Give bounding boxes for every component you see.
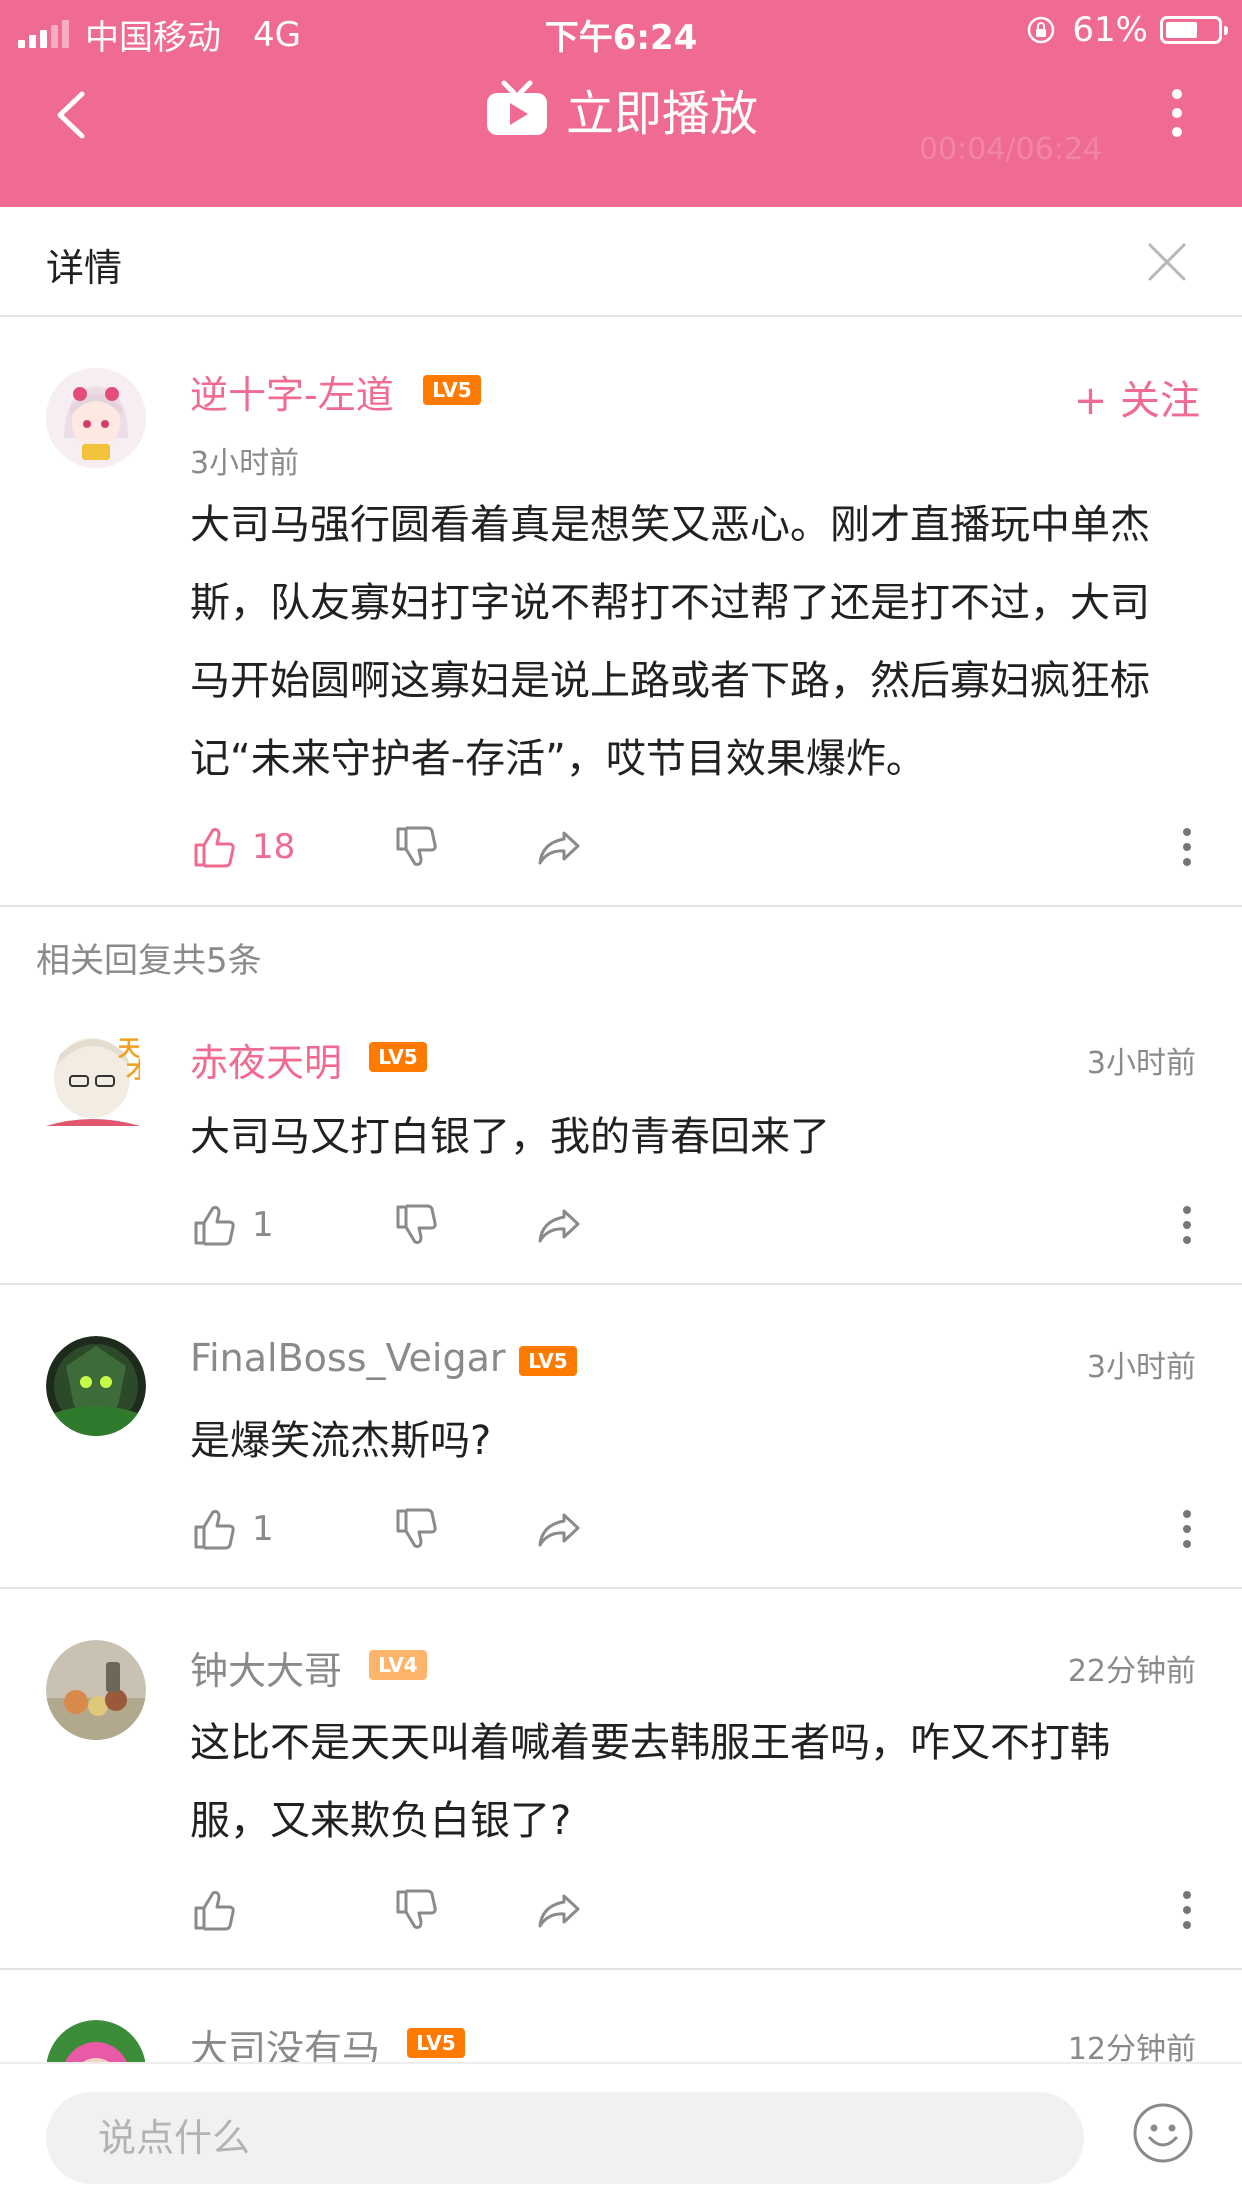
- battery-icon: [1160, 16, 1228, 44]
- reply-time: 22分钟前: [1067, 1654, 1196, 1689]
- more-icon[interactable]: [1172, 1885, 1202, 1935]
- share-icon[interactable]: [536, 1885, 584, 1935]
- emoji-icon[interactable]: [1132, 2102, 1194, 2164]
- svg-text:LV5: LV5: [432, 378, 471, 402]
- comment-input-bar: [0, 2062, 1242, 2210]
- level-badge-icon: LV4: [369, 1650, 427, 1680]
- tv-icon: [486, 80, 547, 135]
- thumbs-up-icon: [194, 1206, 235, 1246]
- follow-button[interactable]: + 关注: [1074, 368, 1200, 426]
- detail-panel-header: 详情: [0, 207, 1242, 317]
- divider: [0, 905, 1242, 907]
- close-button[interactable]: [1142, 237, 1192, 287]
- nav-bar: 00:04/06:24 立即播放: [0, 62, 1242, 207]
- svg-text:才: 才: [126, 1058, 140, 1084]
- like-button[interactable]: 18: [190, 822, 295, 872]
- reply-username[interactable]: FinalBoss_Veigar: [190, 1336, 506, 1380]
- thumbs-down-icon[interactable]: [392, 1885, 440, 1935]
- divider: [0, 1587, 1242, 1589]
- more-icon[interactable]: [1172, 1200, 1202, 1250]
- reply-time: 3小时前: [1086, 1046, 1196, 1081]
- thumbs-up-icon: [194, 1510, 235, 1550]
- thumbs-up-icon: [194, 1891, 235, 1931]
- avatar[interactable]: 天 才: [40, 1026, 140, 1126]
- reply-username[interactable]: 赤夜天明: [190, 1032, 342, 1087]
- detail-title: 详情: [46, 246, 123, 290]
- status-bar: 中国移动 4G 下午6:24 61%: [0, 0, 1242, 62]
- svg-text:LV5: LV5: [378, 1045, 417, 1069]
- reply-username[interactable]: 钟大大哥: [190, 1640, 342, 1695]
- level-badge-icon: LV5: [423, 375, 481, 405]
- reply-time: 3小时前: [1086, 1350, 1196, 1385]
- like-count: 1: [252, 1509, 274, 1549]
- comment-username[interactable]: 逆十字-左道: [190, 364, 394, 419]
- svg-text:LV5: LV5: [416, 2031, 455, 2055]
- avatar[interactable]: [46, 1336, 146, 1436]
- more-options-button[interactable]: [1152, 78, 1202, 148]
- avatar[interactable]: [46, 368, 146, 468]
- play-now-button[interactable]: 立即播放: [0, 74, 1242, 144]
- thumbs-down-icon[interactable]: [392, 1200, 440, 1250]
- like-count: 18: [252, 827, 296, 867]
- avatar[interactable]: [46, 1640, 146, 1740]
- like-count: 1: [252, 1205, 274, 1245]
- nav-title: 立即播放: [565, 86, 758, 142]
- more-icon[interactable]: [1172, 1504, 1202, 1554]
- divider: [0, 1968, 1242, 1970]
- comment-text: 大司马强行圆看着真是想笑又恶心。刚才直播玩中单杰 斯，队友寡妇打字说不帮打不过帮…: [190, 502, 1150, 782]
- level-badge-icon: LV5: [407, 2028, 465, 2058]
- thumbs-down-icon[interactable]: [392, 1504, 440, 1554]
- like-button[interactable]: 1: [190, 1504, 274, 1554]
- share-icon[interactable]: [536, 822, 584, 872]
- share-icon[interactable]: [536, 1200, 584, 1250]
- related-replies-label: 相关回复共5条: [36, 941, 262, 981]
- thumbs-up-icon: [194, 828, 235, 868]
- divider: [0, 1283, 1242, 1285]
- reply-text: 是爆笑流杰斯吗?: [190, 1418, 492, 1464]
- rotation-lock-icon: [1028, 16, 1055, 44]
- share-icon[interactable]: [536, 1504, 584, 1554]
- comment-time: 3小时前: [190, 446, 300, 481]
- like-button[interactable]: [190, 1885, 252, 1935]
- like-button[interactable]: 1: [190, 1200, 274, 1250]
- header: 中国移动 4G 下午6:24 61% 00:04/06:24 立即播放: [0, 0, 1242, 207]
- reply-text: 这比不是天天叫着喊着要去韩服王者吗，咋又不打韩 服，又来欺负白银了?: [190, 1720, 1110, 1844]
- svg-text:LV4: LV4: [378, 1653, 417, 1677]
- reply-text: 大司马又打白银了，我的青春回来了: [190, 1114, 830, 1160]
- level-badge-icon: LV5: [519, 1346, 577, 1376]
- more-icon[interactable]: [1172, 822, 1202, 872]
- level-badge-icon: LV5: [369, 1042, 427, 1072]
- battery-percent: 61%: [1072, 10, 1148, 50]
- comment-input[interactable]: [46, 2092, 1084, 2184]
- svg-text:LV5: LV5: [528, 1349, 567, 1373]
- thumbs-down-icon[interactable]: [392, 822, 440, 872]
